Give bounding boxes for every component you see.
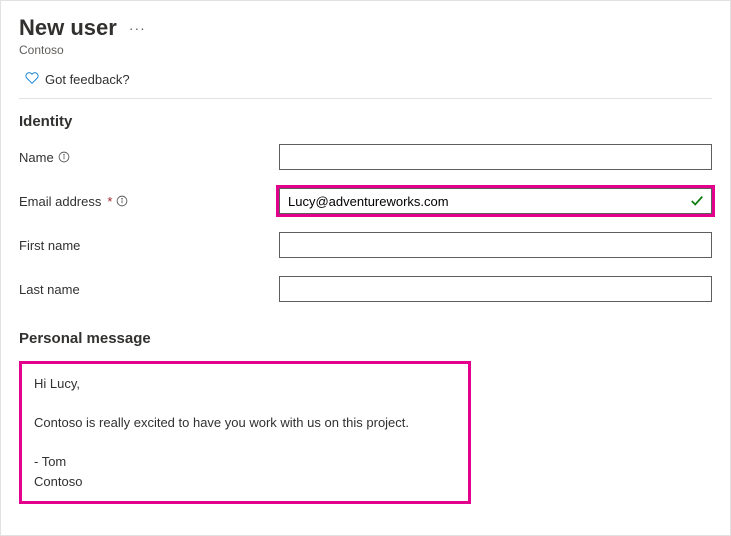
email-input[interactable] <box>279 188 712 214</box>
checkmark-icon <box>690 194 704 208</box>
feedback-link[interactable]: Got feedback? <box>19 71 712 99</box>
subtitle: Contoso <box>19 43 712 57</box>
personal-message-textarea[interactable]: Hi Lucy, Contoso is really excited to ha… <box>19 361 471 504</box>
name-input[interactable] <box>279 144 712 170</box>
identity-section-title: Identity <box>19 113 712 130</box>
feedback-label: Got feedback? <box>45 72 130 87</box>
heart-icon <box>25 71 39 88</box>
personal-message-section-title: Personal message <box>19 330 712 347</box>
info-icon[interactable] <box>58 151 70 163</box>
name-label: Name <box>19 150 279 165</box>
first-name-label: First name <box>19 238 279 253</box>
last-name-label: Last name <box>19 282 279 297</box>
page-title: New user <box>19 15 117 41</box>
last-name-input[interactable] <box>279 276 712 302</box>
email-label: Email address * <box>19 194 279 209</box>
info-icon[interactable] <box>116 195 128 207</box>
required-indicator: * <box>107 194 112 209</box>
first-name-input[interactable] <box>279 232 712 258</box>
more-actions-button[interactable]: ··· <box>129 20 146 36</box>
